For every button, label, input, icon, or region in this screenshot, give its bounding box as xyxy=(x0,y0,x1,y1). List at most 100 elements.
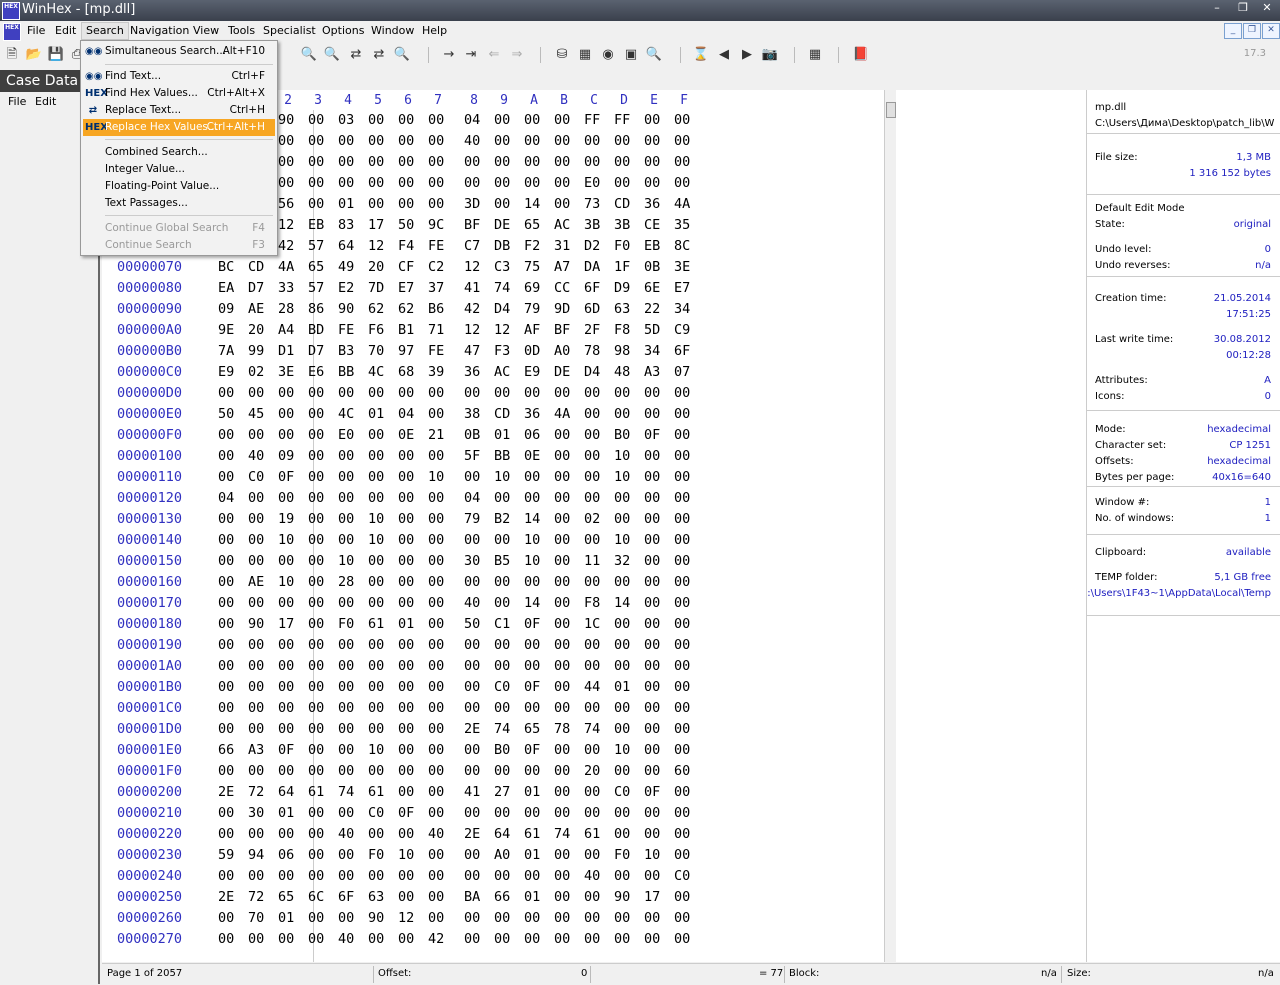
hex-byte[interactable]: 00 xyxy=(398,826,414,842)
hex-byte[interactable]: 00 xyxy=(494,763,510,779)
hex-byte[interactable]: 34 xyxy=(674,301,690,317)
hex-byte[interactable]: 00 xyxy=(398,595,414,611)
hex-byte[interactable]: 00 xyxy=(584,385,600,401)
binoculars-icon[interactable]: 🔍 xyxy=(393,46,411,64)
hex-byte[interactable]: 61 xyxy=(308,784,324,800)
hex-byte[interactable]: 3E xyxy=(674,259,690,275)
hex-byte[interactable]: 00 xyxy=(554,196,570,212)
hex-byte[interactable]: 6E xyxy=(644,280,660,296)
hex-byte[interactable]: 00 xyxy=(614,574,630,590)
hex-byte[interactable]: 00 xyxy=(218,931,234,947)
hex-byte[interactable]: AE xyxy=(248,574,264,590)
hex-byte[interactable]: C3 xyxy=(494,259,510,275)
hex-byte[interactable]: 00 xyxy=(398,532,414,548)
hex-byte[interactable]: FF xyxy=(614,112,630,128)
hex-byte[interactable]: 00 xyxy=(428,133,444,149)
hex-byte[interactable]: 00 xyxy=(464,763,480,779)
hex-byte[interactable]: 00 xyxy=(614,700,630,716)
hex-byte[interactable]: 00 xyxy=(584,742,600,758)
hex-byte[interactable]: 00 xyxy=(524,385,540,401)
hex-byte[interactable]: 00 xyxy=(278,133,294,149)
hex-byte[interactable]: 32 xyxy=(614,553,630,569)
hex-byte[interactable]: B6 xyxy=(428,301,444,317)
hex-byte[interactable]: C0 xyxy=(494,679,510,695)
hex-byte[interactable]: 00 xyxy=(644,133,660,149)
hex-byte[interactable]: 00 xyxy=(278,427,294,443)
hex-byte[interactable]: BA xyxy=(464,889,480,905)
hex-byte[interactable]: 00 xyxy=(464,910,480,926)
hex-byte[interactable]: CD xyxy=(494,406,510,422)
hex-byte[interactable]: 00 xyxy=(218,700,234,716)
hex-byte[interactable]: 00 xyxy=(644,742,660,758)
hex-byte[interactable]: 00 xyxy=(674,679,690,695)
hex-byte[interactable]: 59 xyxy=(218,847,234,863)
hex-byte[interactable]: 00 xyxy=(308,469,324,485)
hex-byte[interactable]: 00 xyxy=(338,490,354,506)
hex-byte[interactable]: 19 xyxy=(278,511,294,527)
hex-byte[interactable]: 00 xyxy=(308,637,324,653)
hex-byte[interactable]: 00 xyxy=(368,826,384,842)
hex-byte[interactable]: 00 xyxy=(308,406,324,422)
hex-byte[interactable]: 00 xyxy=(278,658,294,674)
hex-byte[interactable]: 00 xyxy=(308,511,324,527)
hex-byte[interactable]: 00 xyxy=(428,742,444,758)
hex-byte[interactable]: 00 xyxy=(494,154,510,170)
hex-byte[interactable]: 10 xyxy=(644,847,660,863)
hex-byte[interactable]: 00 xyxy=(464,931,480,947)
hex-byte[interactable]: 00 xyxy=(308,595,324,611)
hex-byte[interactable]: 00 xyxy=(338,763,354,779)
hex-byte[interactable]: 00 xyxy=(248,490,264,506)
hex-byte[interactable]: E7 xyxy=(398,280,414,296)
hex-byte[interactable]: B0 xyxy=(494,742,510,758)
hex-byte[interactable]: 00 xyxy=(674,637,690,653)
hex-byte[interactable]: 69 xyxy=(524,280,540,296)
hex-byte[interactable]: 00 xyxy=(338,805,354,821)
hex-byte[interactable]: 07 xyxy=(674,364,690,380)
menu-item-find-hex[interactable]: HEX Find Hex Values... Ctrl+Alt+X xyxy=(83,85,275,102)
hex-byte[interactable]: 00 xyxy=(428,868,444,884)
hex-byte[interactable]: 00 xyxy=(524,469,540,485)
hex-byte[interactable]: 3E xyxy=(278,364,294,380)
hex-byte[interactable]: 2E xyxy=(218,889,234,905)
hex-byte[interactable]: 00 xyxy=(494,910,510,926)
hex-byte[interactable]: 61 xyxy=(584,826,600,842)
hex-byte[interactable]: 17 xyxy=(368,217,384,233)
hex-byte[interactable]: 00 xyxy=(674,931,690,947)
hex-byte[interactable]: 5D xyxy=(644,322,660,338)
menu-item-continue-global-search[interactable]: Continue Global Search F4 xyxy=(83,220,275,237)
hex-byte[interactable]: 00 xyxy=(368,490,384,506)
hex-byte[interactable]: 00 xyxy=(524,637,540,653)
hex-byte[interactable]: 35 xyxy=(674,217,690,233)
hex-byte[interactable]: 00 xyxy=(614,910,630,926)
menu-tools[interactable]: Tools xyxy=(224,23,259,39)
hex-byte[interactable]: C9 xyxy=(674,322,690,338)
hex-byte[interactable]: 7D xyxy=(368,280,384,296)
hex-byte[interactable]: 00 xyxy=(494,196,510,212)
hex-byte[interactable]: 62 xyxy=(368,301,384,317)
hex-byte[interactable]: 00 xyxy=(338,679,354,695)
hourglass-icon[interactable]: ⌛ xyxy=(692,46,710,64)
hex-byte[interactable]: 17 xyxy=(278,616,294,632)
hex-byte[interactable]: 00 xyxy=(398,553,414,569)
save-icon[interactable]: 💾 xyxy=(47,46,65,64)
hex-byte[interactable]: EA xyxy=(218,280,234,296)
hex-byte[interactable]: 61 xyxy=(368,784,384,800)
hex-byte[interactable]: 28 xyxy=(278,301,294,317)
menu-item-replace-text[interactable]: ⇄ Replace Text... Ctrl+H xyxy=(83,102,275,119)
hex-byte[interactable]: 12 xyxy=(398,910,414,926)
hex-byte[interactable]: 00 xyxy=(308,133,324,149)
hex-byte[interactable]: 00 xyxy=(464,469,480,485)
hex-byte[interactable]: 01 xyxy=(524,784,540,800)
hex-byte[interactable]: 00 xyxy=(674,175,690,191)
hex-byte[interactable]: 00 xyxy=(338,595,354,611)
hex-byte[interactable]: 00 xyxy=(398,574,414,590)
hex-byte[interactable]: 00 xyxy=(398,154,414,170)
hex-byte[interactable]: 74 xyxy=(584,721,600,737)
hex-byte[interactable]: 50 xyxy=(218,406,234,422)
book-icon[interactable]: 📕 xyxy=(852,46,870,64)
hex-byte[interactable]: 00 xyxy=(308,574,324,590)
hex-byte[interactable]: 00 xyxy=(584,637,600,653)
hex-byte[interactable]: F6 xyxy=(368,322,384,338)
hex-byte[interactable]: 00 xyxy=(218,910,234,926)
hex-byte[interactable]: 00 xyxy=(398,742,414,758)
